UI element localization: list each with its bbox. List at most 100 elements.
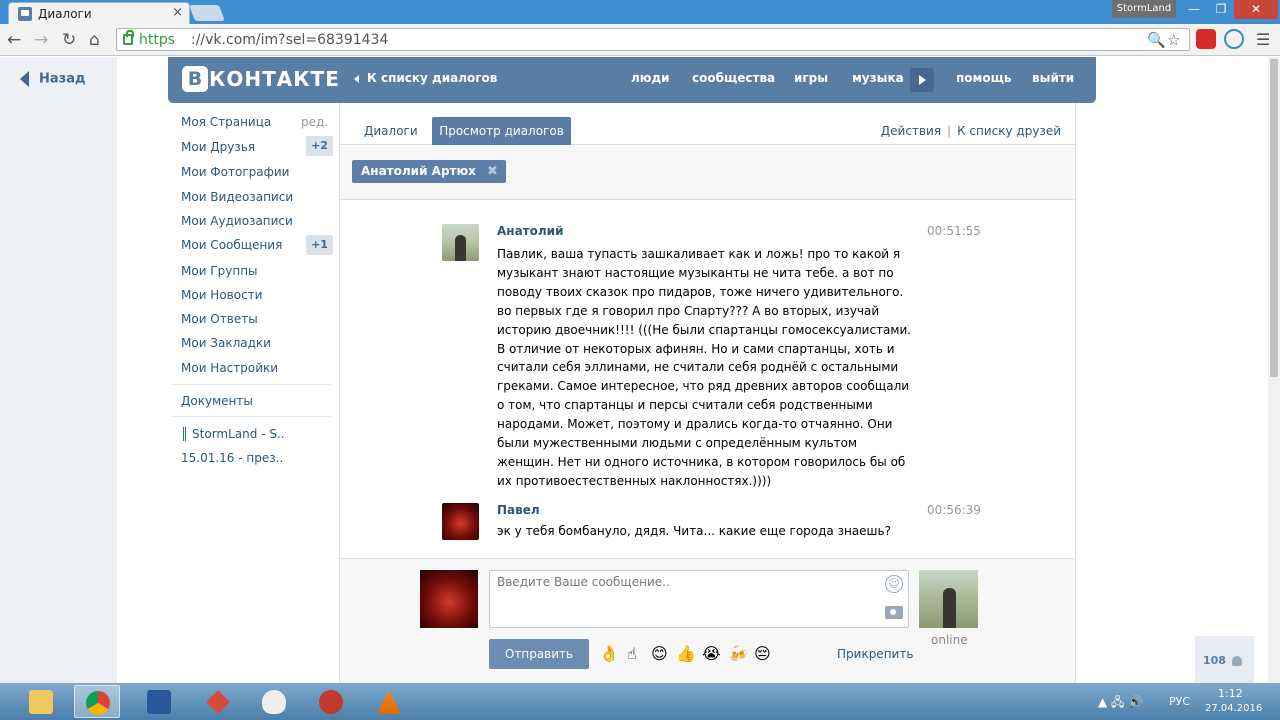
forward-arrow-icon[interactable]: → <box>34 30 48 50</box>
profile-name[interactable]: StormLand <box>1112 0 1176 18</box>
menu-icon[interactable]: ☰ <box>1256 30 1270 49</box>
menu-my-groups[interactable]: Мои Группы <box>181 264 258 284</box>
online-counter[interactable]: 108 <box>1195 636 1254 683</box>
message-time: 00:56:39 <box>927 503 981 517</box>
taskbar-chrome[interactable] <box>74 685 120 718</box>
menu-extra-link-2[interactable]: 15.01.16 - през.. <box>181 451 283 471</box>
taskbar-explorer[interactable] <box>18 685 64 718</box>
messages-badge[interactable]: +1 <box>306 235 333 255</box>
page-scrollbar[interactable] <box>1268 57 1280 683</box>
vk-header: В КОНТАКТЕ К списку диалогов люди сообщес… <box>168 57 1096 103</box>
menu-extra-link-1[interactable]: ║ StormLand - S.. <box>181 427 285 447</box>
home-icon[interactable]: ⌂ <box>89 30 100 50</box>
clock-time[interactable]: 1:12 <box>1218 687 1243 700</box>
remove-peer-icon[interactable]: ✖ <box>487 160 498 183</box>
menu-my-answers[interactable]: Мои Ответы <box>181 312 258 332</box>
camera-icon[interactable] <box>885 606 903 619</box>
menu-my-videos[interactable]: Мои Видеозаписи <box>181 190 293 210</box>
menu-my-news[interactable]: Мои Новости <box>181 288 262 308</box>
vk-logo-icon: В <box>182 66 208 92</box>
beer-emoji-icon[interactable]: 🍻 <box>728 644 748 663</box>
bookmark-star-icon[interactable]: ☆ <box>1167 31 1180 49</box>
url-scheme: https <box>139 32 176 48</box>
friends-list-link[interactable]: К списку друзей <box>957 124 1061 138</box>
tab-view-dialogs[interactable]: Просмотр диалогов <box>432 117 571 145</box>
taskbar-alien[interactable] <box>251 685 297 718</box>
menu-divider <box>172 384 333 385</box>
nav-help[interactable]: помощь <box>956 71 1011 85</box>
back-triangle-icon <box>20 71 29 87</box>
taskbar-word[interactable] <box>136 685 182 718</box>
address-bar[interactable]: https ://vk.com/im?sel=68391434 🔍 ☆ <box>116 28 1190 51</box>
system-tray-icons[interactable]: ▲ 🖧 🔊 <box>1098 693 1143 714</box>
message-author[interactable]: Анатолий <box>497 224 563 238</box>
reload-icon[interactable]: ↻ <box>62 30 76 50</box>
taskbar-vlc[interactable] <box>366 685 412 718</box>
back-to-dialogs-link[interactable]: К списку диалогов <box>354 71 497 85</box>
avatar[interactable] <box>442 224 479 261</box>
taskbar-game[interactable] <box>308 685 354 718</box>
new-tab-button[interactable] <box>189 5 225 21</box>
extension-red-icon[interactable] <box>1196 29 1216 49</box>
back-arrow-icon[interactable]: ← <box>7 30 21 50</box>
vk-logo[interactable]: В КОНТАКТЕ <box>182 66 340 92</box>
menu-my-messages[interactable]: Мои Сообщения <box>181 238 282 258</box>
peer-chip[interactable]: Анатолий Артюх ✖ <box>352 160 506 183</box>
message-author[interactable]: Павел <box>497 503 540 517</box>
browser-tab[interactable]: Диалоги × <box>8 2 190 24</box>
clock-date[interactable]: 27.04.2016 <box>1205 703 1262 714</box>
zoom-icon[interactable]: 🔍 <box>1147 31 1166 49</box>
tab-close-icon[interactable]: × <box>172 5 183 20</box>
send-button[interactable]: Отправить <box>489 639 589 669</box>
tab-dialogs[interactable]: Диалоги <box>364 124 418 138</box>
peer-avatar[interactable] <box>919 570 978 628</box>
menu-my-audio[interactable]: Мои Аудиозаписи <box>181 214 293 234</box>
back-link[interactable]: Назад <box>20 71 85 87</box>
play-icon[interactable] <box>910 68 934 92</box>
keyboard-language[interactable]: РУС <box>1169 695 1190 708</box>
nav-music[interactable]: музыка <box>852 71 904 85</box>
taskbar-app-red[interactable] <box>195 685 241 718</box>
my-avatar[interactable] <box>420 570 478 628</box>
crying-emoji-icon[interactable]: 😭 <box>702 644 721 663</box>
ok-hand-emoji-icon[interactable]: 👌 <box>599 644 619 663</box>
minimize-button[interactable]: — <box>1180 0 1208 19</box>
person-icon <box>1231 656 1242 666</box>
back-to-dialogs-label: К списку диалогов <box>367 71 498 85</box>
nav-logout[interactable]: выйти <box>1032 71 1074 85</box>
thumbs-up-emoji-icon[interactable]: 👍 <box>676 644 696 663</box>
chrome-icon <box>86 691 110 715</box>
pointing-finger-emoji-icon[interactable]: ☝ <box>627 644 637 663</box>
dialog-panel: Диалоги Просмотр диалогов Действия | К спи… <box>339 103 1076 683</box>
edit-link[interactable]: ред. <box>301 115 328 129</box>
avatar[interactable] <box>442 503 479 540</box>
menu-my-page[interactable]: Моя Страница <box>181 115 271 135</box>
menu-my-friends[interactable]: Мои Друзья <box>181 140 255 160</box>
close-window-button[interactable]: ✕ <box>1234 0 1278 19</box>
menu-documents[interactable]: Документы <box>181 394 253 414</box>
menu-my-photos[interactable]: Мои Фотографии <box>181 165 289 185</box>
extension-teal-icon[interactable] <box>1224 29 1244 49</box>
message-input[interactable]: Введите Ваше сообщение.. ☺ <box>489 570 909 628</box>
nav-games[interactable]: игры <box>794 71 828 85</box>
menu-my-settings[interactable]: Мои Настройки <box>181 361 278 381</box>
back-sidebar[interactable]: Назад <box>0 57 117 683</box>
pensive-emoji-icon[interactable]: 😔 <box>754 644 771 663</box>
vlc-icon <box>377 690 401 714</box>
smile-emoji-icon[interactable]: 😊 <box>651 644 668 663</box>
attach-link[interactable]: Прикрепить <box>837 647 913 661</box>
friends-badge[interactable]: +2 <box>306 136 333 156</box>
maximize-button[interactable]: ❐ <box>1208 0 1234 19</box>
nav-people[interactable]: люди <box>631 71 670 85</box>
game-icon <box>319 690 343 714</box>
url-text: ://vk.com/im?sel=68391434 <box>191 32 389 48</box>
actions-link[interactable]: Действия <box>881 124 941 138</box>
tab-title: Диалоги <box>38 7 92 21</box>
scroll-thumb[interactable] <box>1270 59 1278 377</box>
actions-separator: | <box>947 124 952 138</box>
smile-icon[interactable]: ☺ <box>885 575 903 593</box>
message-text: эк у тебя бомбануло, дядя. Чита... какие… <box>497 524 891 538</box>
menu-my-bookmarks[interactable]: Мои Закладки <box>181 336 271 356</box>
nav-communities[interactable]: сообщества <box>692 71 775 85</box>
taskbar: ▲ 🖧 🔊 РУС 1:12 27.04.2016 <box>0 683 1280 720</box>
